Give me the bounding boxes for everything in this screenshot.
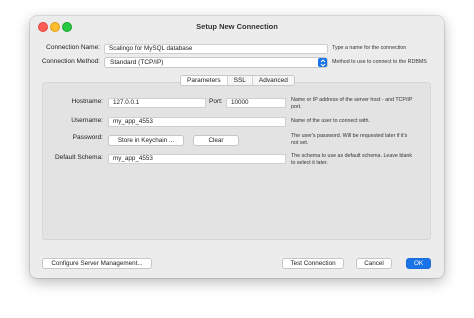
port-label: Port: <box>209 98 223 105</box>
tab-advanced[interactable]: Advanced <box>253 76 294 85</box>
default-schema-hint-line2: to select it later. <box>291 160 328 166</box>
connection-method-hint: Method to use to connect to the RDBMS <box>332 59 427 65</box>
default-schema-label: Default Schema: <box>54 154 103 161</box>
dialog-window: Setup New Connection Connection Name: Sc… <box>30 16 444 278</box>
chevron-updown-icon <box>318 58 327 67</box>
configure-server-management-button[interactable]: Configure Server Management... <box>42 258 152 269</box>
connection-method-select[interactable]: Standard (TCP/IP) <box>104 57 328 68</box>
tab-bar: Parameters SSL Advanced <box>180 75 295 86</box>
close-window-button[interactable] <box>38 22 48 32</box>
username-label: Username: <box>71 117 103 124</box>
tab-parameters[interactable]: Parameters <box>181 76 228 85</box>
connection-name-label: Connection Name: <box>46 44 100 51</box>
password-hint-line1: The user's password. Will be requested l… <box>291 133 408 139</box>
tab-ssl[interactable]: SSL <box>228 76 253 85</box>
username-field[interactable]: my_app_4553 <box>108 117 286 127</box>
store-in-keychain-button[interactable]: Store in Keychain ... <box>108 135 184 146</box>
default-schema-field[interactable]: my_app_4553 <box>108 154 286 164</box>
ok-button[interactable]: OK <box>406 258 431 269</box>
minimize-window-button[interactable] <box>50 22 60 32</box>
test-connection-button[interactable]: Test Connection <box>282 258 344 269</box>
hostname-label: Hostname: <box>71 98 103 105</box>
password-label: Password: <box>72 134 103 141</box>
hostname-field[interactable]: 127.0.0.1 <box>108 98 206 108</box>
username-hint: Name of the user to connect with. <box>291 118 370 124</box>
maximize-window-button[interactable] <box>62 22 72 32</box>
default-schema-hint-line1: The schema to use as default schema. Lea… <box>291 153 413 159</box>
connection-name-field[interactable]: Scalingo for MySQL database <box>104 44 328 54</box>
connection-method-label: Connection Method: <box>41 58 100 65</box>
hostname-hint-line1: Name or IP address of the server host - … <box>291 97 413 103</box>
title-bar: Setup New Connection <box>30 16 444 36</box>
hostname-hint-line2: port. <box>291 104 302 110</box>
connection-method-value: Standard (TCP/IP) <box>110 59 164 66</box>
window-title: Setup New Connection <box>196 21 278 31</box>
connection-name-hint: Type a name for the connection <box>332 45 407 51</box>
clear-password-button[interactable]: Clear <box>193 135 239 146</box>
password-hint-line2: not set. <box>291 140 309 146</box>
cancel-button[interactable]: Cancel <box>356 258 392 269</box>
port-field[interactable]: 10000 <box>226 98 286 108</box>
